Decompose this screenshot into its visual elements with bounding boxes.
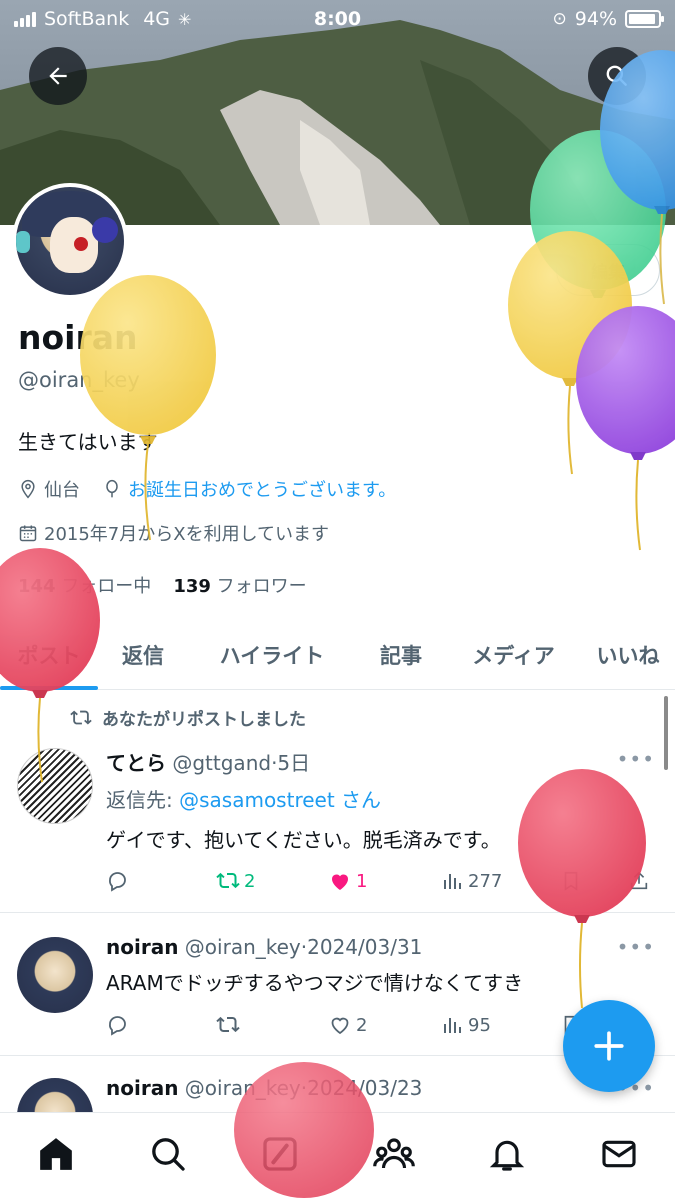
post-author-handle[interactable]: @oiran_key xyxy=(185,935,301,959)
calendar-icon xyxy=(19,525,37,542)
reply-prefix: 返信先: xyxy=(106,788,173,812)
search-icon xyxy=(606,65,627,86)
repost-icon xyxy=(70,710,92,725)
post-header: noiran @oiran_key·2024/03/31 xyxy=(106,935,423,959)
post-text: ARAMでドッヂするやつマジで情けなくてすき xyxy=(106,971,524,995)
post-author-name[interactable]: noiran xyxy=(106,935,178,959)
battery-icon xyxy=(625,10,664,28)
tab-posts[interactable]: ポスト xyxy=(0,622,98,690)
repost-icon xyxy=(216,872,240,889)
battery-percent: 94% xyxy=(574,8,617,30)
bookmark-icon xyxy=(564,871,578,891)
search-button[interactable] xyxy=(588,47,646,105)
profile-handle: @oiran_key xyxy=(18,368,140,392)
location-icon xyxy=(21,479,35,499)
like-button[interactable]: 2 xyxy=(328,1013,440,1037)
tab-highlights[interactable]: ハイライト xyxy=(188,622,356,688)
reply-icon xyxy=(109,872,126,892)
post-avatar[interactable] xyxy=(17,748,93,824)
profile-display-name: noiran xyxy=(18,318,138,357)
views-icon xyxy=(444,1018,461,1033)
reply-mention[interactable]: @sasamostreet さん xyxy=(179,788,381,812)
views-count: 95 xyxy=(468,1014,491,1036)
location-text: 仙台 xyxy=(44,480,80,501)
post-actions: 2 1 277 xyxy=(106,869,656,893)
repost-icon xyxy=(216,1016,240,1033)
followers-count: 139 xyxy=(173,576,211,597)
repost-button[interactable] xyxy=(216,1013,328,1037)
reply-icon xyxy=(109,1016,126,1036)
post-time[interactable]: 2024/03/23 xyxy=(307,1076,422,1100)
communities-icon[interactable] xyxy=(372,1133,415,1175)
views-icon xyxy=(444,874,461,889)
plus-icon xyxy=(594,1031,624,1061)
bookmark-button[interactable] xyxy=(560,870,628,892)
notifications-icon[interactable] xyxy=(487,1134,527,1174)
follow-stats: 144 フォロー中 139 フォロワー xyxy=(18,572,307,598)
reply-button[interactable] xyxy=(106,869,216,893)
like-count: 1 xyxy=(356,870,368,892)
following-label: フォロー中 xyxy=(61,576,152,597)
more-options-icon[interactable]: ••• xyxy=(617,935,655,959)
following-link[interactable]: 144 フォロー中 xyxy=(18,572,151,598)
messages-icon[interactable] xyxy=(599,1134,639,1174)
reply-mention-handle: @sasamostreet xyxy=(179,788,335,812)
tab-articles[interactable]: 記事 xyxy=(356,622,446,688)
post-author-name[interactable]: noiran xyxy=(106,1076,178,1100)
repost-label: あなたがリポストしました xyxy=(102,710,306,730)
followers-link[interactable]: 139 フォロワー xyxy=(173,572,306,598)
views-button[interactable]: 95 xyxy=(440,1013,560,1037)
birthday-link[interactable]: お誕生日おめでとうございます。 xyxy=(128,476,396,502)
profile-avatar[interactable] xyxy=(12,183,128,299)
home-icon[interactable] xyxy=(36,1134,76,1174)
repost-count: 2 xyxy=(244,870,256,892)
repost-button[interactable]: 2 xyxy=(216,869,328,893)
following-count: 144 xyxy=(18,576,56,597)
bottom-navigation xyxy=(0,1112,675,1200)
post-author-handle[interactable]: @oiran_key xyxy=(185,1076,301,1100)
reply-suffix: さん xyxy=(341,788,382,812)
heart-filled-icon xyxy=(332,874,348,890)
profile-joined: 2015年7月からXを利用しています xyxy=(18,520,329,546)
balloon-icon xyxy=(106,479,118,498)
tab-likes[interactable]: いいね xyxy=(581,622,675,688)
edit-profile-button[interactable]: 編集 xyxy=(556,244,660,296)
more-options-icon[interactable]: ••• xyxy=(617,747,655,771)
grok-icon[interactable] xyxy=(260,1134,300,1174)
views-button[interactable]: 277 xyxy=(440,869,560,893)
like-button[interactable]: 1 xyxy=(328,869,440,893)
post-time[interactable]: 2024/03/31 xyxy=(307,935,422,959)
followers-label: フォロワー xyxy=(216,576,307,597)
post-author-name[interactable]: てとら xyxy=(106,751,166,775)
share-button[interactable] xyxy=(628,870,650,892)
status-bar: SoftBank 4G ✳ 8:00 ⊙ 94% xyxy=(0,0,675,40)
post-item[interactable]: あなたがリポストしました てとら @gttgand·5日 ••• 返信先: @s… xyxy=(0,691,675,913)
reply-button[interactable] xyxy=(106,1013,216,1037)
profile-bio: 生きてはいます xyxy=(18,430,158,454)
post-time[interactable]: 5日 xyxy=(277,751,310,775)
post-header: noiran @oiran_key·2024/03/23 xyxy=(106,1076,423,1100)
like-count: 2 xyxy=(356,1014,368,1036)
arrow-left-icon xyxy=(49,67,67,85)
post-text: ゲイです、抱いてください。脱毛済みです。 xyxy=(106,828,501,852)
post-header: てとら @gttgand·5日 xyxy=(106,751,311,775)
balloon-purple xyxy=(576,306,675,551)
search-icon[interactable] xyxy=(148,1134,188,1174)
reply-context: 返信先: @sasamostreet さん xyxy=(106,784,381,813)
compose-button[interactable] xyxy=(563,1000,655,1092)
joined-text: 2015年7月からXを利用しています xyxy=(44,524,330,545)
share-icon xyxy=(630,871,648,890)
tab-replies[interactable]: 返信 xyxy=(98,622,188,688)
profile-tabs: ポスト 返信 ハイライト 記事 メディア いいね xyxy=(0,622,675,690)
rotation-lock-icon: ⊙ xyxy=(552,9,567,29)
post-author-handle[interactable]: @gttgand xyxy=(172,751,271,775)
back-button[interactable] xyxy=(29,47,87,105)
views-count: 277 xyxy=(468,870,503,892)
heart-icon xyxy=(331,1017,349,1035)
profile-meta: 仙台 お誕生日おめでとうございます。 xyxy=(18,476,396,502)
post-avatar[interactable] xyxy=(17,937,93,1013)
tab-media[interactable]: メディア xyxy=(446,622,581,688)
repost-indicator: あなたがリポストしました xyxy=(70,705,306,730)
